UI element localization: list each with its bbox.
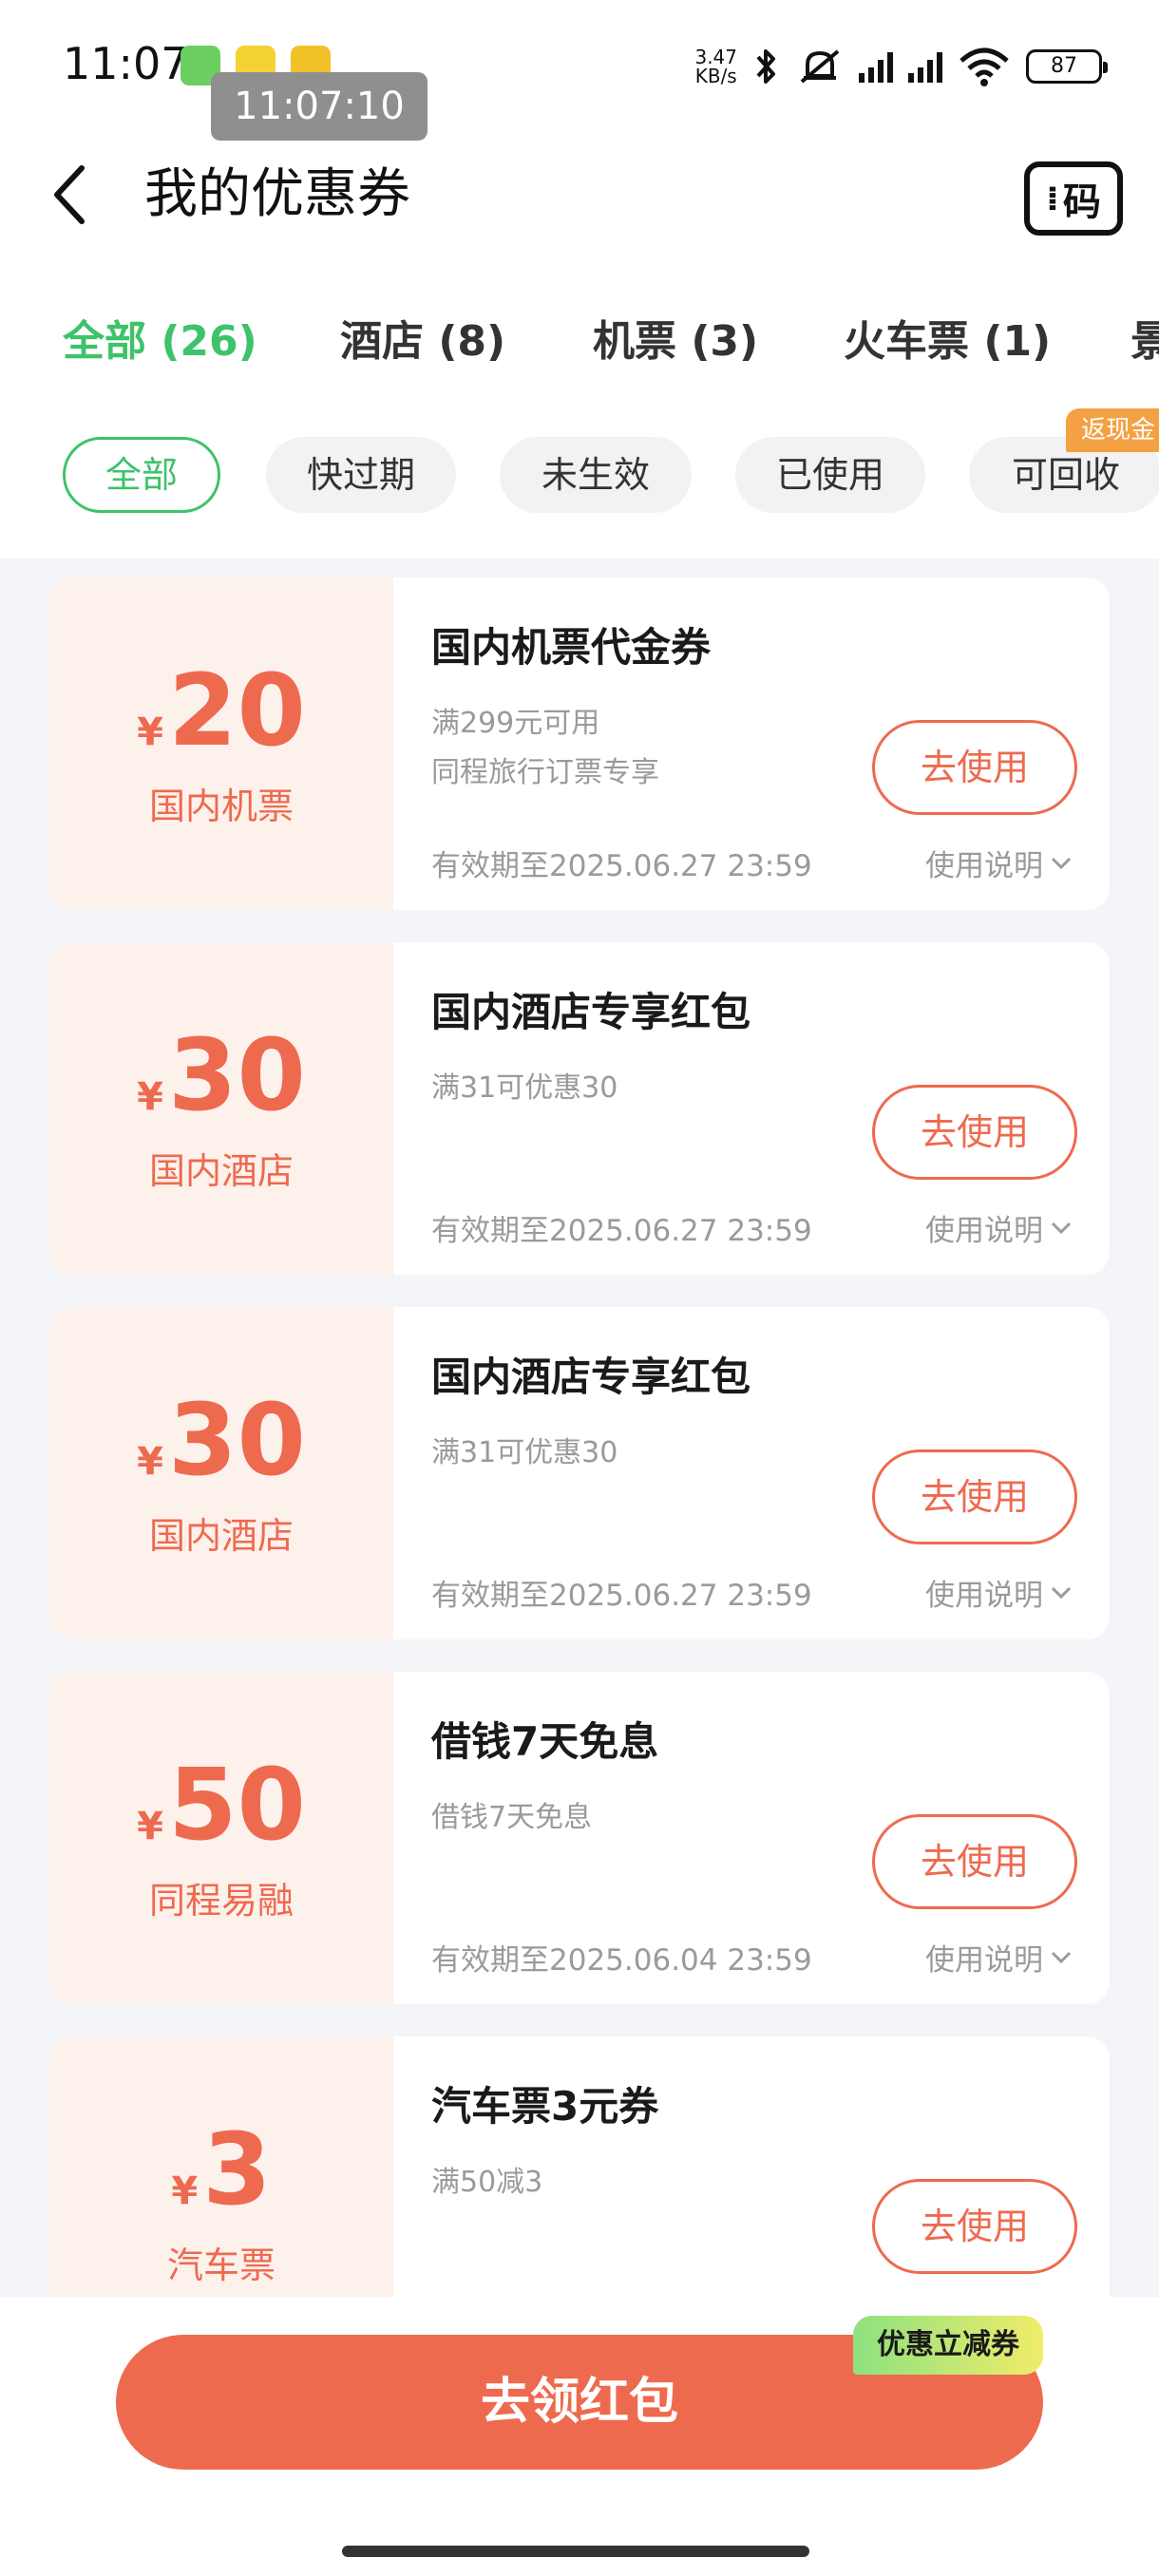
use-coupon-button[interactable]: 去使用 <box>872 720 1077 815</box>
use-coupon-button[interactable]: 去使用 <box>872 1814 1077 1909</box>
coupon-amount: 3 <box>202 2112 272 2227</box>
tab-flight[interactable]: 机票 (3) <box>593 304 758 380</box>
battery-icon: 87 <box>1026 49 1108 84</box>
filter-used[interactable]: 已使用 <box>735 437 925 513</box>
currency-symbol: ¥ <box>137 1075 163 1119</box>
status-time: 11:07 <box>63 38 189 89</box>
clock-overlay: 11:07:10 <box>211 72 428 141</box>
filter-all[interactable]: 全部 <box>63 437 220 513</box>
tab-all[interactable]: 全部 (26) <box>63 304 257 380</box>
member-code-button[interactable]: ⁞ 码 <box>1024 161 1123 236</box>
bluetooth-icon <box>756 49 775 84</box>
coupon-value-panel: ¥ 30 国内酒店 <box>49 942 393 1275</box>
coupon-title: 国内酒店专享红包 <box>431 1354 751 1400</box>
filter-expiring[interactable]: 快过期 <box>266 437 456 513</box>
coupon-expiry: 有效期至2025.06.04 23:59 <box>431 1943 812 1978</box>
coupon-conditions: 满31可优惠30 <box>431 1436 618 1469</box>
filter-chips: 全部 快过期 未生效 已使用 可回收 返现金 <box>0 408 1159 519</box>
net-speed: 3.47 KB/s <box>694 46 737 87</box>
use-coupon-button[interactable]: 去使用 <box>872 2179 1077 2274</box>
coupon-category: 汽车票 <box>166 2245 276 2286</box>
coupon-category: 国内酒店 <box>148 1515 294 1557</box>
chevron-down-icon <box>1051 1222 1072 1234</box>
chevron-left-icon <box>54 165 85 224</box>
header-area: 11:07 11:07:10 3.47 KB/s 87 我的优惠券 ⁞ 码 全部… <box>0 0 1159 559</box>
currency-symbol: ¥ <box>137 710 163 754</box>
coupon-value-panel: ¥ 3 汽车票 <box>49 2036 393 2297</box>
coupon-expiry: 有效期至2025.06.27 23:59 <box>431 1214 812 1248</box>
coupon-title: 汽车票3元券 <box>431 2083 659 2130</box>
bottom-bar: 去领红包 优惠立减券 <box>0 2297 1159 2576</box>
use-coupon-button[interactable]: 去使用 <box>872 1449 1077 1544</box>
coupon-conditions: 满50减3 <box>431 2166 543 2199</box>
status-icons: 3.47 KB/s 87 <box>694 38 1108 95</box>
chevron-down-icon <box>1051 1586 1072 1599</box>
coupon-amount: 30 <box>168 1017 306 1133</box>
nav-bar: 我的优惠券 ⁞ 码 <box>0 142 1159 247</box>
coupon-list: ¥ 20 国内机票 国内机票代金券 满299元可用 同程旅行订票专享 去使用 有… <box>0 559 1159 2297</box>
wifi-icon <box>960 47 1009 86</box>
usage-instructions-link[interactable]: 使用说明 <box>925 1936 1072 1979</box>
signal-icon <box>908 50 942 83</box>
promo-badge: 优惠立减券 <box>853 2316 1043 2375</box>
signal-icon <box>859 50 893 83</box>
coupon-card: ¥ 20 国内机票 国内机票代金券 满299元可用 同程旅行订票专享 去使用 有… <box>49 578 1110 910</box>
status-bar: 11:07 11:07:10 3.47 KB/s 87 <box>0 0 1159 141</box>
coupon-value-panel: ¥ 50 同程易融 <box>49 1672 393 2004</box>
coupon-expiry: 有效期至2025.06.27 23:59 <box>431 849 812 883</box>
filter-not-active[interactable]: 未生效 <box>500 437 692 513</box>
coupon-value-panel: ¥ 30 国内酒店 <box>49 1307 393 1639</box>
coupon-conditions: 借钱7天免息 <box>431 1801 593 1834</box>
coupon-amount: 20 <box>168 653 306 768</box>
usage-instructions-link[interactable]: 使用说明 <box>925 1571 1072 1614</box>
use-coupon-button[interactable]: 去使用 <box>872 1085 1077 1180</box>
mute-icon <box>800 49 840 84</box>
code-label: 码 <box>1062 180 1101 224</box>
currency-symbol: ¥ <box>171 2169 199 2213</box>
coupon-card: ¥ 30 国内酒店 国内酒店专享红包 满31可优惠30 去使用 有效期至2025… <box>49 942 1110 1275</box>
tab-train[interactable]: 火车票 (1) <box>844 304 1051 380</box>
home-indicator[interactable] <box>342 2546 809 2557</box>
cashback-badge: 返现金 <box>1066 408 1159 452</box>
back-button[interactable] <box>42 163 99 226</box>
chevron-down-icon <box>1051 857 1072 869</box>
coupon-title: 国内酒店专享红包 <box>431 989 751 1035</box>
coupon-card: ¥ 30 国内酒店 国内酒店专享红包 满31可优惠30 去使用 有效期至2025… <box>49 1307 1110 1639</box>
coupon-category: 同程易融 <box>148 1880 294 1922</box>
category-tabs: 全部 (26) 酒店 (8) 机票 (3) 火车票 (1) 景 <box>0 304 1159 380</box>
coupon-title: 国内机票代金券 <box>431 624 712 671</box>
coupon-card: ¥ 50 同程易融 借钱7天免息 借钱7天免息 去使用 有效期至2025.06.… <box>49 1672 1110 2004</box>
coupon-category: 国内机票 <box>148 786 294 827</box>
page-title: 我的优惠券 <box>144 163 410 225</box>
tab-hotel[interactable]: 酒店 (8) <box>340 304 505 380</box>
coupon-conditions: 满299元可用 同程旅行订票专享 <box>431 707 659 789</box>
usage-instructions-link[interactable]: 使用说明 <box>925 842 1072 884</box>
barcode-icon: ⁞ <box>1046 179 1059 218</box>
usage-instructions-link[interactable]: 使用说明 <box>925 1206 1072 1249</box>
tab-scenic[interactable]: 景 <box>1130 304 1159 380</box>
coupon-amount: 30 <box>168 1382 306 1498</box>
coupon-category: 国内酒店 <box>148 1150 294 1192</box>
currency-symbol: ¥ <box>137 1440 163 1484</box>
coupon-amount: 50 <box>168 1747 306 1863</box>
coupon-card: ¥ 3 汽车票 汽车票3元券 满50减3 去使用 <box>49 2036 1110 2297</box>
coupon-conditions: 满31可优惠30 <box>431 1071 618 1105</box>
chevron-down-icon <box>1051 1951 1072 1963</box>
currency-symbol: ¥ <box>137 1805 163 1848</box>
coupon-title: 借钱7天免息 <box>431 1718 659 1765</box>
coupon-value-panel: ¥ 20 国内机票 <box>49 578 393 910</box>
coupon-expiry: 有效期至2025.06.27 23:59 <box>431 1579 812 1613</box>
